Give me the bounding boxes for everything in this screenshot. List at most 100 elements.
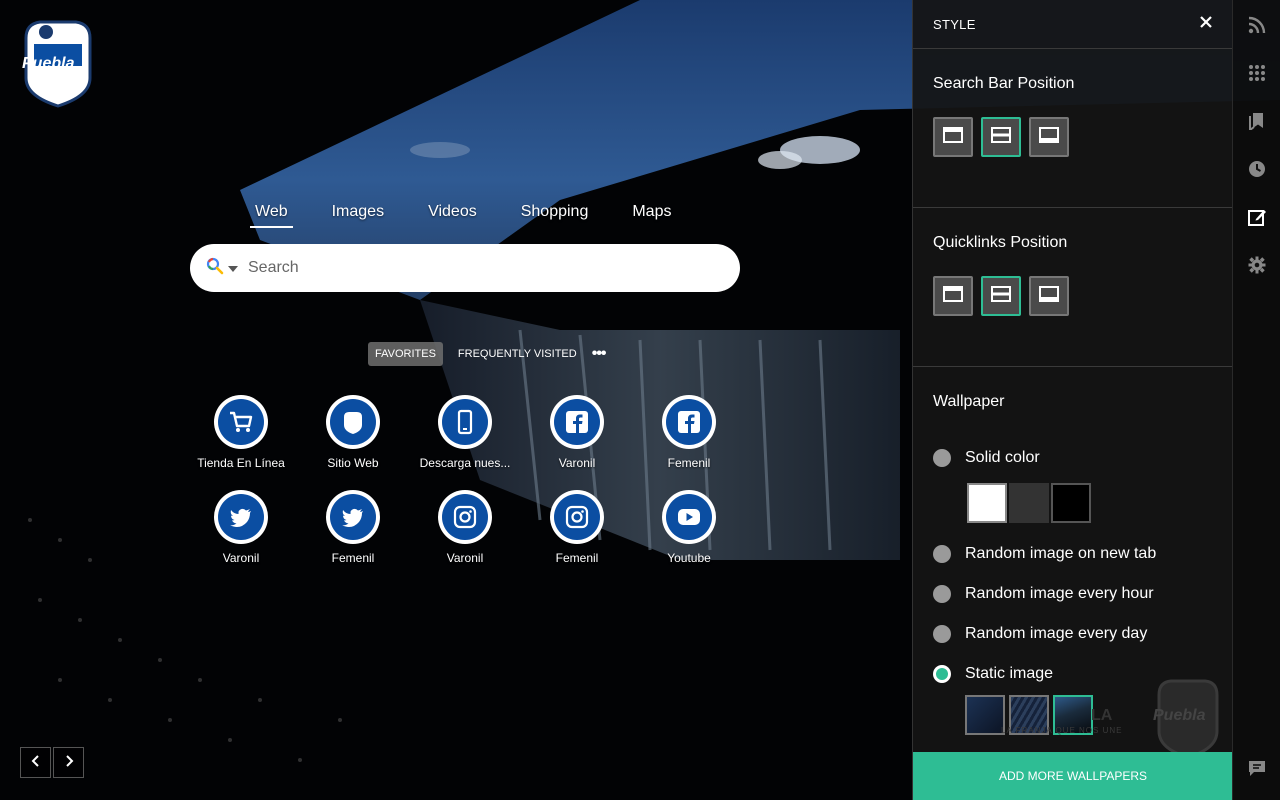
layout-middle-icon [991, 126, 1011, 148]
position-top-button[interactable] [933, 276, 973, 316]
quicklink-label: Sitio Web [327, 456, 379, 470]
position-options [933, 276, 1212, 366]
chevron-left-icon [31, 754, 41, 772]
position-middle-button[interactable] [981, 117, 1021, 157]
search-bar [190, 244, 740, 292]
quicklink-icon-frame [214, 490, 268, 544]
cart-icon [218, 399, 264, 445]
feedback-icon[interactable] [1247, 759, 1267, 779]
quicklink-item[interactable]: Femenil [521, 490, 633, 565]
section-title: Quicklinks Position [933, 234, 1068, 251]
search-tab-web[interactable]: Web [250, 200, 293, 228]
quicklink-label: Femenil [667, 456, 711, 470]
puebla-logo: Puebla [18, 18, 98, 108]
more-options-button[interactable]: ••• [592, 346, 607, 362]
option-label: Random image every hour [965, 585, 1154, 602]
settings-icon[interactable] [1247, 255, 1267, 275]
quicklink-icon-frame [662, 490, 716, 544]
section-title: Search Bar Position [933, 75, 1075, 92]
quicklink-icon-frame [214, 395, 268, 449]
quicklink-item[interactable]: Varonil [409, 490, 521, 565]
twitter-icon [218, 494, 264, 540]
quicklink-icon-frame [326, 395, 380, 449]
quicklink-label: Femenil [331, 551, 375, 565]
quicklink-item[interactable]: Sitio Web [297, 395, 409, 470]
swatch-black[interactable] [1051, 483, 1091, 523]
apps-grid-icon[interactable] [1247, 63, 1267, 83]
position-top-button[interactable] [933, 117, 973, 157]
position-middle-button[interactable] [981, 276, 1021, 316]
quicklink-label: Femenil [555, 551, 599, 565]
radio-button[interactable] [933, 625, 951, 643]
bookmarks-icon[interactable] [1247, 111, 1267, 131]
layout-bottom-icon [1039, 126, 1059, 148]
watermark-slogan: LA FRANJA QUE NOS UNE [1001, 726, 1123, 735]
previous-wallpaper-button[interactable] [20, 747, 51, 778]
wallpaper-option-random-day[interactable]: Random image every day [933, 625, 1212, 643]
rss-icon[interactable] [1247, 15, 1267, 35]
panel-header: STYLE [913, 0, 1232, 49]
quicklink-item[interactable]: Varonil [521, 395, 633, 470]
radio-button[interactable] [933, 585, 951, 603]
radio-button[interactable] [933, 545, 951, 563]
option-label: Static image [965, 665, 1054, 682]
quicklink-label: Tienda En Línea [197, 456, 285, 470]
watermark-la: LA [1091, 707, 1113, 724]
quicklink-icon-frame [438, 395, 492, 449]
swatch-white[interactable] [967, 483, 1007, 523]
puebla-crest-icon [330, 399, 376, 445]
quicklink-label: Varonil [446, 551, 484, 565]
style-panel: STYLE Search Bar Position Quicklinks Pos… [912, 0, 1233, 800]
next-wallpaper-button[interactable] [53, 747, 84, 778]
watermark-logo: Puebla [1151, 677, 1225, 759]
instagram-icon [554, 494, 600, 540]
position-options [933, 117, 1212, 207]
option-label: Random image on new tab [965, 545, 1157, 562]
search-tab-shopping[interactable]: Shopping [516, 200, 594, 228]
color-swatches [967, 483, 1212, 523]
wallpaper-option-random-new-tab[interactable]: Random image on new tab [933, 545, 1212, 563]
quicklink-item[interactable]: Femenil [297, 490, 409, 565]
close-button[interactable] [1200, 15, 1212, 33]
logo-text: Puebla [22, 55, 75, 72]
layout-bottom-icon [1039, 285, 1059, 307]
radio-button[interactable] [933, 665, 951, 683]
static-image-area: LA LA FRANJA QUE NOS UNE Puebla [933, 679, 1219, 759]
position-bottom-button[interactable] [1029, 276, 1069, 316]
edit-style-icon[interactable] [1247, 207, 1267, 227]
quicklink-item[interactable]: Youtube [633, 490, 745, 565]
layout-top-icon [943, 285, 963, 307]
quicklink-item[interactable]: Varonil [185, 490, 297, 565]
quicklink-item[interactable]: Femenil [633, 395, 745, 470]
quicklink-icon-frame [550, 490, 604, 544]
radio-button[interactable] [933, 449, 951, 467]
search-tab-images[interactable]: Images [327, 200, 389, 228]
wallpaper-section: Wallpaper Solid color Random image on ne… [913, 367, 1232, 759]
search-engine-selector[interactable] [206, 257, 248, 280]
youtube-icon [666, 494, 712, 540]
close-icon [1200, 15, 1212, 33]
quicklink-icon-frame [550, 395, 604, 449]
facebook-icon [666, 399, 712, 445]
phone-icon [442, 399, 488, 445]
search-type-tabs: Web Images Videos Shopping Maps [250, 200, 676, 228]
wallpaper-thumbnail[interactable] [965, 695, 1005, 735]
quicklink-icon-frame [326, 490, 380, 544]
option-label: Solid color [965, 449, 1040, 466]
swatch-dark-gray[interactable] [1009, 483, 1049, 523]
search-input[interactable] [248, 259, 708, 277]
wallpaper-nav [20, 747, 84, 778]
position-bottom-button[interactable] [1029, 117, 1069, 157]
search-tab-videos[interactable]: Videos [423, 200, 482, 228]
layout-top-icon [943, 126, 963, 148]
wallpaper-option-solid-color[interactable]: Solid color [933, 449, 1212, 467]
chevron-down-icon [228, 259, 238, 277]
wallpaper-option-random-hour[interactable]: Random image every hour [933, 585, 1212, 603]
quicklink-item[interactable]: Tienda En Línea [185, 395, 297, 470]
quicklink-item[interactable]: Descarga nues... [409, 395, 521, 470]
history-icon[interactable] [1247, 159, 1267, 179]
tab-favorites[interactable]: FAVORITES [368, 342, 443, 366]
search-tab-maps[interactable]: Maps [627, 200, 676, 228]
tab-frequently-visited[interactable]: FREQUENTLY VISITED [451, 342, 584, 366]
add-more-wallpapers-button[interactable]: ADD MORE WALLPAPERS [913, 752, 1233, 800]
